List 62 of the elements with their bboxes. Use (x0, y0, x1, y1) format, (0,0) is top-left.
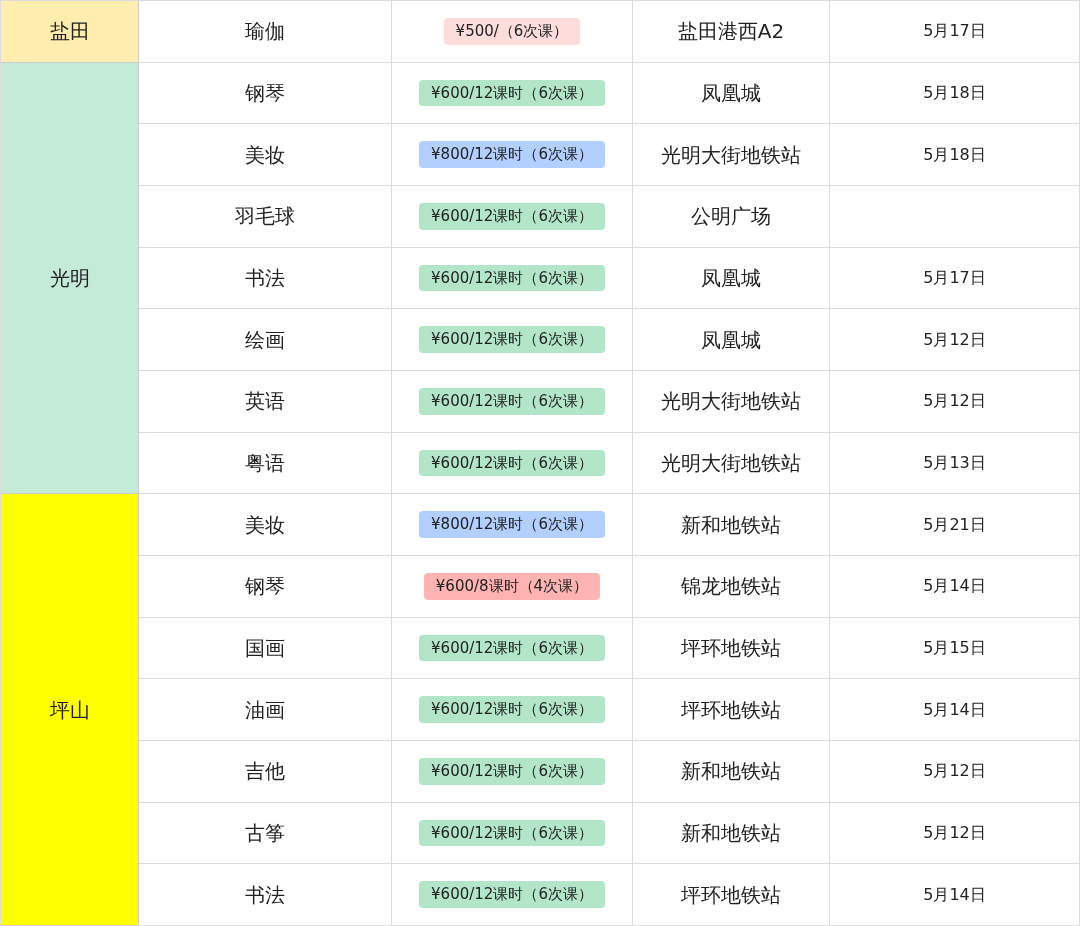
table-cell: 坪环地铁站 (633, 864, 830, 926)
table-cell: 国画 (139, 617, 392, 680)
region-cell: 坪山 (1, 494, 139, 926)
table-cell: 5月17日 (830, 1, 1080, 63)
price-tag: ¥800/12课时（6次课） (419, 511, 605, 538)
table-cell: 5月21日 (830, 494, 1080, 556)
table-cell: 油画 (139, 679, 392, 742)
table-cell: 凤凰城 (633, 309, 830, 372)
table-cell: 美妆 (139, 494, 392, 556)
table-cell: 美妆 (139, 124, 392, 186)
region-cell: 盐田 (1, 1, 139, 63)
table-cell: 古筝 (139, 802, 392, 865)
table-cell: 5月12日 (830, 741, 1080, 803)
table-cell: 5月15日 (830, 617, 1080, 680)
price-tag: ¥600/12课时（6次课） (419, 326, 605, 353)
table-cell: 5月13日 (830, 432, 1080, 495)
table-cell: 新和地铁站 (633, 494, 830, 556)
price-tag: ¥600/12课时（6次课） (419, 758, 605, 785)
price-tag: ¥500/（6次课） (443, 18, 581, 45)
price-tag: ¥600/12课时（6次课） (419, 881, 605, 908)
table-cell: 新和地铁站 (633, 802, 830, 865)
table-cell: 新和地铁站 (633, 741, 830, 803)
price-tag: ¥600/12课时（6次课） (419, 634, 605, 662)
price-tag: ¥600/12课时（6次课） (419, 264, 605, 292)
table-cell: 5月18日 (830, 62, 1080, 125)
price-tag: ¥600/12课时（6次课） (419, 388, 605, 415)
table-cell: 书法 (139, 864, 392, 926)
table-cell: 钢琴 (139, 556, 392, 618)
table-cell: 光明大街地铁站 (633, 432, 830, 495)
table-cell: 坪环地铁站 (633, 679, 830, 742)
table-cell: 盐田港西A2 (633, 1, 830, 63)
price-tag: ¥600/12课时（6次课） (419, 449, 605, 477)
region-cell: 光明 (1, 62, 139, 495)
table-cell: 5月14日 (830, 556, 1080, 618)
table-cell: 吉他 (139, 741, 392, 803)
price-tag: ¥800/12课时（6次课） (419, 141, 605, 168)
table-cell: 5月12日 (830, 309, 1080, 372)
table-cell: 英语 (139, 371, 392, 433)
table-cell: 5月18日 (830, 124, 1080, 186)
table-cell: 5月14日 (830, 679, 1080, 742)
table-cell: 5月17日 (830, 247, 1080, 310)
price-tag: ¥600/12课时（6次课） (419, 696, 605, 723)
table-cell: 5月12日 (830, 802, 1080, 865)
table-cell: 粤语 (139, 432, 392, 495)
table-cell: 5月12日 (830, 371, 1080, 433)
table-cell: 光明大街地铁站 (633, 371, 830, 433)
table-cell: 5月14日 (830, 864, 1080, 926)
table-cell: 凤凰城 (633, 247, 830, 310)
price-tag: ¥600/8课时（4次课） (423, 573, 601, 600)
table-cell: 光明大街地铁站 (633, 124, 830, 186)
table-cell: 书法 (139, 247, 392, 310)
table-cell: 公明广场 (633, 186, 830, 248)
table-cell: 凤凰城 (633, 62, 830, 125)
table-cell: 瑜伽 (139, 1, 392, 63)
table-cell: 绘画 (139, 309, 392, 372)
table-cell: 坪环地铁站 (633, 617, 830, 680)
price-tag: ¥600/12课时（6次课） (419, 203, 605, 230)
table-cell: 羽毛球 (139, 186, 392, 248)
price-tag: ¥600/12课时（6次课） (419, 79, 605, 107)
table-cell: 锦龙地铁站 (633, 556, 830, 618)
price-tag: ¥600/12课时（6次课） (419, 819, 605, 847)
table-cell: 钢琴 (139, 62, 392, 125)
